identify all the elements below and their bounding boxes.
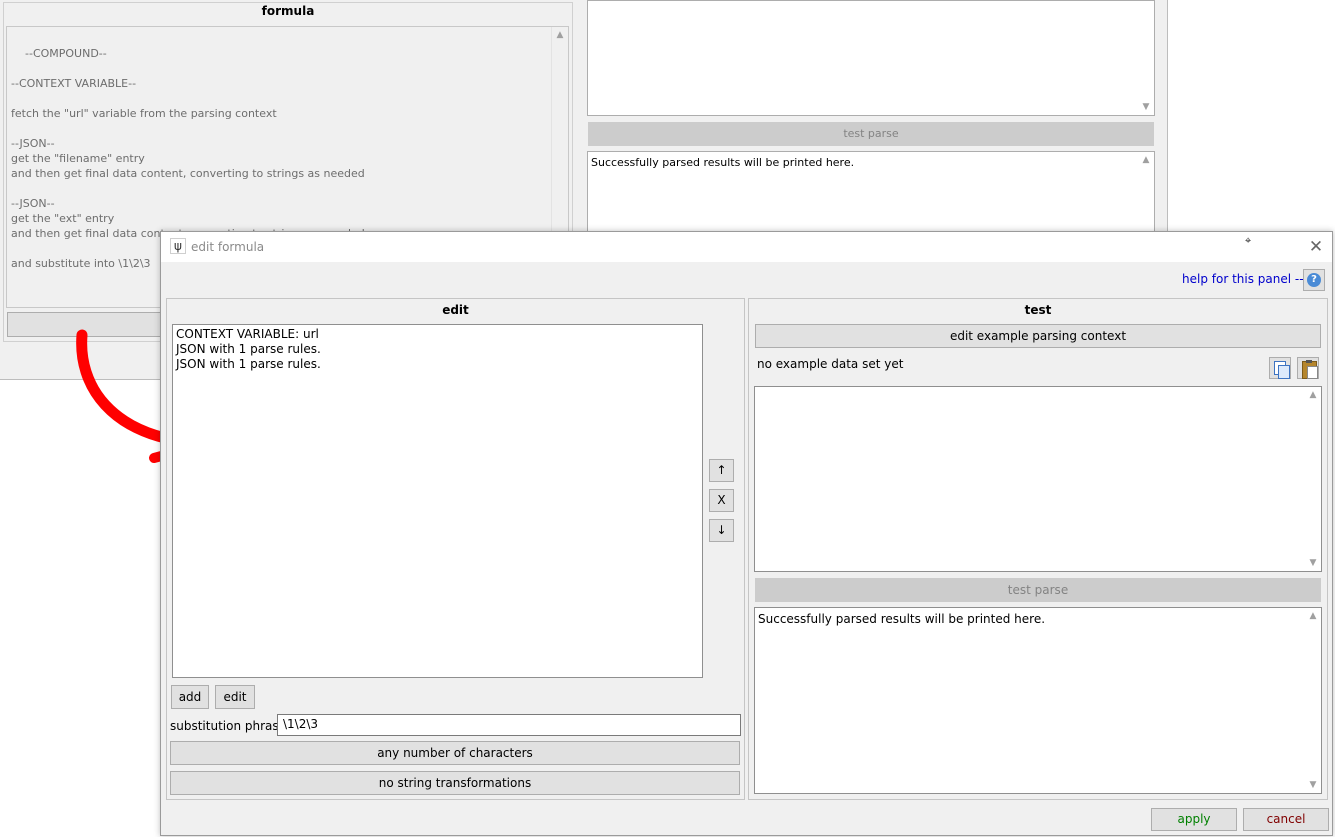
test-parse-button[interactable]: test parse [755, 578, 1321, 602]
close-icon[interactable]: ✕ [1303, 236, 1329, 258]
edit-parsing-context-button[interactable]: edit example parsing context [755, 324, 1321, 348]
example-data-textbox[interactable]: ▲ ▼ [754, 386, 1322, 572]
scroll-down-icon[interactable]: ▼ [1307, 557, 1319, 569]
help-button[interactable]: ? [1303, 269, 1325, 291]
characters-button[interactable]: any number of characters [170, 741, 740, 765]
paste-icon-sheet [1307, 366, 1318, 379]
paste-icon-clip [1306, 360, 1312, 363]
scroll-up-icon[interactable]: ▲ [554, 29, 566, 41]
results-textbox[interactable]: Successfully parsed results will be prin… [754, 607, 1322, 794]
mouse-cursor-icon: ⌖ [1245, 234, 1252, 247]
scroll-down-icon[interactable]: ▼ [1140, 101, 1152, 113]
paste-button[interactable] [1297, 357, 1319, 379]
scroll-down-icon[interactable]: ▼ [1307, 779, 1319, 791]
bg-test-parse-button[interactable]: test parse [588, 122, 1154, 146]
results-text: Successfully parsed results will be prin… [758, 612, 1046, 626]
apply-button[interactable]: apply [1151, 808, 1237, 831]
list-item[interactable]: JSON with 1 parse rules. [176, 342, 699, 357]
edit-rule-button[interactable]: edit [215, 685, 255, 709]
substitution-label: substitution phrase: [170, 719, 291, 733]
substitution-input[interactable]: \1\2\3 [277, 714, 741, 736]
example-data-status: no example data set yet [757, 357, 904, 371]
parse-rules-list[interactable]: CONTEXT VARIABLE: url JSON with 1 parse … [172, 324, 703, 678]
edit-panel-title: edit [442, 303, 469, 317]
transformations-button[interactable]: no string transformations [170, 771, 740, 795]
dialog-title: edit formula [191, 240, 265, 254]
remove-button[interactable]: X [709, 489, 734, 512]
copy-icon-front [1278, 365, 1290, 379]
test-panel-title: test [1024, 303, 1052, 317]
cancel-button[interactable]: cancel [1243, 808, 1329, 831]
edit-formula-dialog: ψ edit formula ⌖ ✕ help for this panel -… [160, 231, 1333, 836]
bg-results-text: Successfully parsed results will be prin… [591, 156, 855, 169]
formula-panel-title: formula [261, 4, 315, 18]
add-button[interactable]: add [171, 685, 209, 709]
copy-button[interactable] [1269, 357, 1291, 379]
help-icon: ? [1307, 273, 1321, 287]
scroll-up-icon[interactable]: ▲ [1140, 154, 1152, 166]
example-data-box[interactable]: ▼ [587, 0, 1155, 116]
scroll-up-icon[interactable]: ▲ [1307, 389, 1319, 401]
list-item[interactable]: JSON with 1 parse rules. [176, 357, 699, 372]
move-down-button[interactable]: ↓ [709, 519, 734, 542]
help-link[interactable]: help for this panel --> [1182, 272, 1314, 286]
list-item[interactable]: CONTEXT VARIABLE: url [176, 327, 699, 342]
bg-results-box[interactable]: Successfully parsed results will be prin… [587, 151, 1155, 241]
scroll-up-icon[interactable]: ▲ [1307, 610, 1319, 622]
app-icon: ψ [170, 238, 186, 254]
dialog-titlebar[interactable]: ψ edit formula ⌖ ✕ [161, 232, 1332, 262]
move-up-button[interactable]: ↑ [709, 459, 734, 482]
